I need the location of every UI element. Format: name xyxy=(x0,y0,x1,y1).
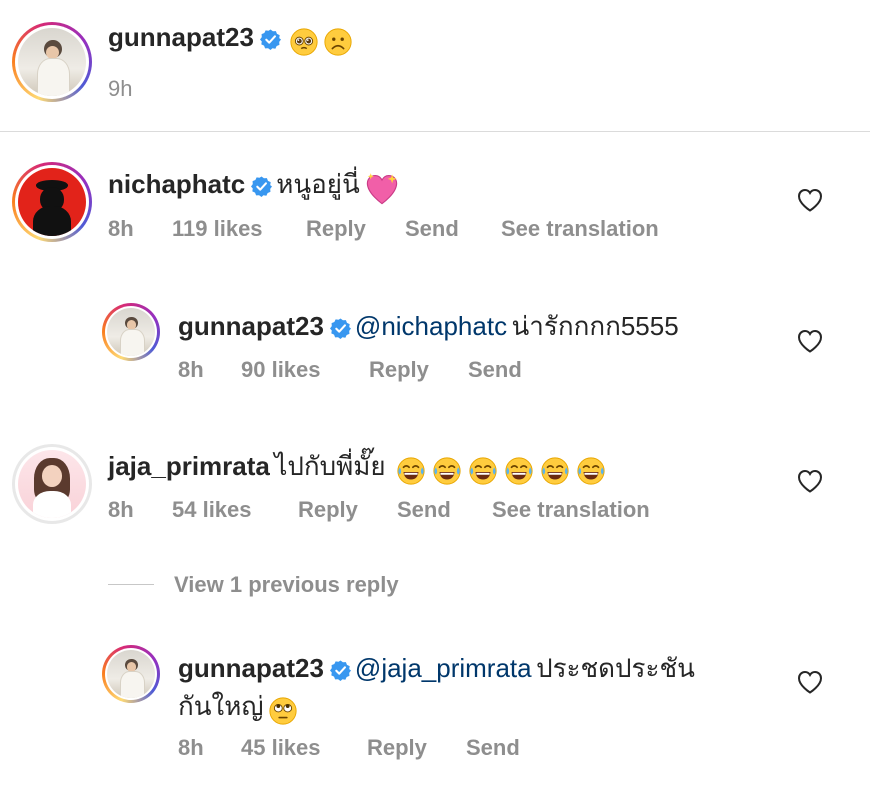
face-with-tears-of-joy-emoji-icon xyxy=(432,456,462,486)
sparkling-heart-emoji-icon xyxy=(366,173,397,205)
see-translation-button[interactable]: See translation xyxy=(492,497,650,523)
reply-button[interactable]: Reply xyxy=(306,216,366,242)
comment-time: 8h xyxy=(178,735,204,760)
avatar[interactable] xyxy=(102,645,160,703)
heart-icon[interactable] xyxy=(797,188,823,212)
reply-body-line2: กันใหญ่ xyxy=(178,686,298,727)
username[interactable]: gunnapat23 xyxy=(108,22,254,52)
avatar[interactable] xyxy=(12,444,92,524)
heart-icon[interactable] xyxy=(797,469,823,493)
reply-button[interactable]: Reply xyxy=(369,357,429,383)
comment-text: ประชดประชัน xyxy=(536,653,695,683)
like-count[interactable]: 119 likes xyxy=(172,216,263,242)
username[interactable]: gunnapat23 xyxy=(178,311,324,341)
pleading-face-emoji-icon xyxy=(290,28,318,56)
face-with-tears-of-joy-emoji-icon xyxy=(468,456,498,486)
comment-time: 8h xyxy=(178,357,204,382)
mention-link[interactable]: @nichaphatc xyxy=(355,311,507,341)
verified-badge-icon xyxy=(251,176,272,197)
username[interactable]: gunnapat23 xyxy=(178,653,324,683)
mention-link[interactable]: @jaja_primrata xyxy=(355,653,532,683)
comment-time: 8h xyxy=(108,216,134,241)
comment-text: น่ารักกกก5555 xyxy=(511,311,679,341)
caption-header: gunnapat23 xyxy=(108,22,353,57)
reply-body: gunnapat23 @nichaphatc น่ารักกกก5555 xyxy=(178,306,679,347)
comment-body: nichaphatc หนูอยู่นี่ xyxy=(108,164,400,207)
reply-button[interactable]: Reply xyxy=(298,497,358,523)
send-button[interactable]: Send xyxy=(397,497,451,523)
divider xyxy=(0,131,870,132)
heart-icon[interactable] xyxy=(797,670,823,694)
face-with-tears-of-joy-emoji-icon xyxy=(576,456,606,486)
like-count[interactable]: 45 likes xyxy=(241,735,321,761)
like-count[interactable]: 90 likes xyxy=(241,357,321,383)
send-button[interactable]: Send xyxy=(466,735,520,761)
like-count[interactable]: 54 likes xyxy=(172,497,252,523)
comment-body: jaja_primrata ไปกับพี่มั๊ย xyxy=(108,446,606,487)
view-previous-replies-button[interactable]: View 1 previous reply xyxy=(174,572,399,598)
face-with-tears-of-joy-emoji-icon xyxy=(540,456,570,486)
see-translation-button[interactable]: See translation xyxy=(501,216,659,242)
face-with-tears-of-joy-emoji-icon xyxy=(504,456,534,486)
comment-text: กันใหญ่ xyxy=(178,691,264,721)
avatar[interactable] xyxy=(102,303,160,361)
comment-time: 8h xyxy=(108,497,134,522)
emoji-group xyxy=(390,462,606,479)
username[interactable]: jaja_primrata xyxy=(108,451,270,481)
avatar[interactable] xyxy=(12,22,92,102)
face-with-tears-of-joy-emoji-icon xyxy=(396,456,426,486)
verified-badge-icon xyxy=(330,660,351,681)
face-with-rolling-eyes-emoji-icon xyxy=(268,697,297,725)
reply-button[interactable]: Reply xyxy=(367,735,427,761)
verified-badge-icon xyxy=(330,318,351,339)
avatar[interactable] xyxy=(12,162,92,242)
view-replies-line xyxy=(108,584,154,585)
send-button[interactable]: Send xyxy=(405,216,459,242)
comment-text: ไปกับพี่มั๊ย xyxy=(274,451,386,481)
username[interactable]: nichaphatc xyxy=(108,169,245,199)
verified-badge-icon xyxy=(260,29,281,50)
reply-body: gunnapat23 @jaja_primrata ประชดประชัน xyxy=(178,648,695,689)
comment-text: หนูอยู่นี่ xyxy=(276,169,360,199)
frowning-face-emoji-icon xyxy=(324,28,352,56)
send-button[interactable]: Send xyxy=(468,357,522,383)
heart-icon[interactable] xyxy=(797,329,823,353)
caption-time: 9h xyxy=(108,76,133,101)
